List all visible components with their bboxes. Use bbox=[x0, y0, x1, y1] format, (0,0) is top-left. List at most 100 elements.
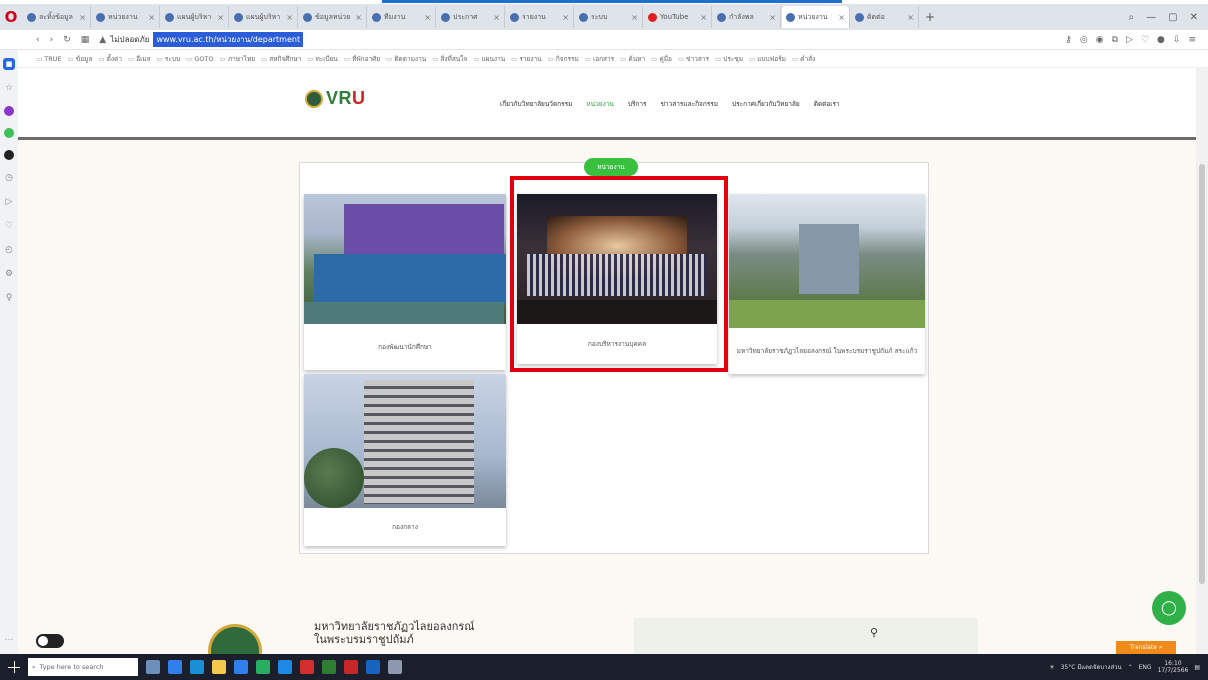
bookmark-item[interactable]: คำสั่ง bbox=[792, 54, 815, 64]
heart-icon[interactable]: ♡ bbox=[3, 220, 15, 232]
footer-map[interactable]: ⚲ bbox=[634, 618, 978, 654]
notification-icon[interactable]: ▤ bbox=[1194, 664, 1200, 671]
telegram-icon[interactable] bbox=[4, 150, 14, 160]
language-indicator[interactable]: ENG bbox=[1139, 664, 1152, 671]
vpn-icon[interactable]: ◉ bbox=[1096, 35, 1104, 45]
warning-icon[interactable]: ▲ bbox=[99, 35, 106, 45]
site-logo[interactable]: VRU bbox=[305, 88, 366, 109]
bookmark-item[interactable]: แบบฟอร์ม bbox=[749, 54, 786, 64]
messenger-icon[interactable] bbox=[4, 106, 14, 116]
browser-tab[interactable]: กำลังพล × bbox=[713, 6, 781, 28]
weather-text[interactable]: 35°C มีแดดจัดบางส่วน bbox=[1061, 662, 1122, 672]
more-icon[interactable]: … bbox=[3, 632, 15, 644]
search-tabs-icon[interactable]: ⌕ bbox=[1129, 12, 1135, 23]
chat-icon[interactable]: ◯ bbox=[1152, 591, 1186, 625]
close-icon[interactable]: × bbox=[907, 13, 914, 22]
ie-icon[interactable] bbox=[278, 660, 292, 674]
powerpoint-icon[interactable] bbox=[300, 660, 314, 674]
bookmark-item[interactable]: ข้อมูล bbox=[68, 54, 93, 64]
close-icon[interactable]: × bbox=[769, 13, 776, 22]
bookmark-item[interactable]: คู่มือ bbox=[651, 54, 672, 64]
bookmark-item[interactable]: อีเมล bbox=[128, 54, 150, 64]
close-icon[interactable]: × bbox=[79, 13, 86, 22]
key-icon[interactable]: ⚷ bbox=[1065, 35, 1072, 45]
file-explorer-icon[interactable] bbox=[212, 660, 226, 674]
forward-icon[interactable]: › bbox=[50, 35, 54, 45]
bookmark-item[interactable]: ที่พักอาศัย bbox=[344, 54, 380, 64]
close-icon[interactable]: × bbox=[838, 13, 845, 22]
bulb-icon[interactable]: ♀ bbox=[3, 292, 15, 304]
department-card[interactable]: กองกลาง bbox=[304, 374, 506, 546]
close-icon[interactable]: × bbox=[631, 13, 638, 22]
download-icon[interactable]: ⇩ bbox=[1173, 35, 1181, 45]
close-icon[interactable]: × bbox=[493, 13, 500, 22]
browser-tab[interactable]: หน่วยงาน × bbox=[92, 6, 160, 28]
back-icon[interactable]: ‹ bbox=[36, 35, 40, 45]
browser-tab[interactable]: ข้อมูลหน่วย × bbox=[299, 6, 367, 28]
browser-tab[interactable]: แผนผู้บริหา × bbox=[230, 6, 298, 28]
profile-icon[interactable]: ● bbox=[1157, 35, 1165, 45]
close-icon[interactable]: × bbox=[217, 13, 224, 22]
url-text[interactable]: www.vru.ac.th/หน่วยงาน/department bbox=[153, 32, 304, 47]
bookmark-item[interactable]: ระบบ bbox=[157, 54, 180, 64]
nav-item-announcements[interactable]: ประกาศเกี่ยวกับวิทยาลัย bbox=[732, 99, 800, 109]
scrollbar-thumb[interactable] bbox=[1199, 164, 1205, 584]
url-field[interactable]: ▲ ไม่ปลอดภัย www.vru.ac.th/หน่วยงาน/depa… bbox=[99, 32, 304, 48]
clock[interactable]: 16:10 17/7/2566 bbox=[1158, 660, 1189, 674]
history-icon[interactable]: ◷ bbox=[3, 172, 15, 184]
new-tab-button[interactable]: + bbox=[919, 10, 941, 24]
network-icon[interactable]: ⌃ bbox=[1128, 664, 1133, 671]
browser-tab[interactable]: YouTube × bbox=[644, 6, 712, 28]
store-icon[interactable] bbox=[234, 660, 248, 674]
weather-icon[interactable]: ☀ bbox=[1049, 664, 1054, 671]
opera-taskbar-icon[interactable] bbox=[344, 660, 358, 674]
bookmark-item[interactable]: รายงาน bbox=[511, 54, 541, 64]
windows-start-icon[interactable] bbox=[8, 661, 20, 673]
nav-item-services[interactable]: บริการ bbox=[628, 99, 647, 109]
browser-tab[interactable]: ประกาศ × bbox=[437, 6, 505, 28]
close-icon[interactable]: × bbox=[700, 13, 707, 22]
bookmark-item[interactable]: ติดตามงาน bbox=[386, 54, 426, 64]
browser-tab[interactable]: ทีมงาน × bbox=[368, 6, 436, 28]
task-view-icon[interactable] bbox=[146, 660, 160, 674]
workspace-icon[interactable]: ■ bbox=[3, 58, 15, 70]
browser-tab[interactable]: ระบบ × bbox=[575, 6, 643, 28]
close-icon[interactable]: × bbox=[355, 13, 362, 22]
star-icon[interactable]: ☆ bbox=[3, 82, 15, 94]
minimize-button[interactable]: — bbox=[1146, 12, 1156, 23]
bookmark-item[interactable]: TRUE bbox=[36, 55, 61, 63]
browser-tab[interactable]: แผนผู้บริหา × bbox=[161, 6, 229, 28]
browser-tab-active[interactable]: หน่วยงาน × bbox=[782, 6, 850, 28]
clock-icon[interactable]: ◴ bbox=[3, 244, 15, 256]
heart-icon[interactable]: ♡ bbox=[1141, 35, 1149, 45]
whatsapp-icon[interactable] bbox=[4, 128, 14, 138]
bookmark-item[interactable]: กิจกรรม bbox=[548, 54, 579, 64]
menu-icon[interactable]: ≡ bbox=[1188, 35, 1196, 45]
taskbar-search[interactable]: ⌕ Type here to search bbox=[28, 658, 138, 676]
close-icon[interactable]: × bbox=[148, 13, 155, 22]
settings-icon[interactable]: ⚙ bbox=[3, 268, 15, 280]
browser-tab[interactable]: รายงาน × bbox=[506, 6, 574, 28]
bookmark-item[interactable]: ทะเบียน bbox=[307, 54, 337, 64]
camera-icon[interactable]: ◎ bbox=[1080, 35, 1088, 45]
bookmark-item[interactable]: ประชุม bbox=[715, 54, 743, 64]
word-icon[interactable] bbox=[366, 660, 380, 674]
maximize-button[interactable]: ▢ bbox=[1168, 12, 1177, 23]
close-window-button[interactable]: ✕ bbox=[1190, 12, 1198, 23]
browser-tab[interactable]: ละทิ้งข้อมูล × bbox=[23, 6, 91, 28]
extensions-icon[interactable]: ⧉ bbox=[1112, 35, 1118, 45]
app-icon[interactable] bbox=[256, 660, 270, 674]
nav-item-news[interactable]: ข่าวสารและกิจกรรม bbox=[661, 99, 718, 109]
edge-icon[interactable] bbox=[190, 660, 204, 674]
opera-logo-icon[interactable]: O bbox=[0, 6, 22, 28]
department-card[interactable]: กองพัฒนานักศึกษา bbox=[304, 194, 506, 370]
reload-icon[interactable]: ↻ bbox=[63, 35, 71, 45]
close-icon[interactable]: × bbox=[286, 13, 293, 22]
nav-item-departments[interactable]: หน่วยงาน bbox=[586, 99, 613, 109]
bookmark-item[interactable]: สหกิจศึกษา bbox=[261, 54, 301, 64]
browser-tab[interactable]: ติดต่อ × bbox=[851, 6, 919, 28]
bookmark-item[interactable]: แผนงาน bbox=[473, 54, 505, 64]
bookmark-item[interactable]: ภาษาไทย bbox=[220, 54, 255, 64]
bookmark-item[interactable]: ตั้งค่า bbox=[98, 54, 122, 64]
speed-dial-icon[interactable]: ▦ bbox=[81, 35, 90, 45]
